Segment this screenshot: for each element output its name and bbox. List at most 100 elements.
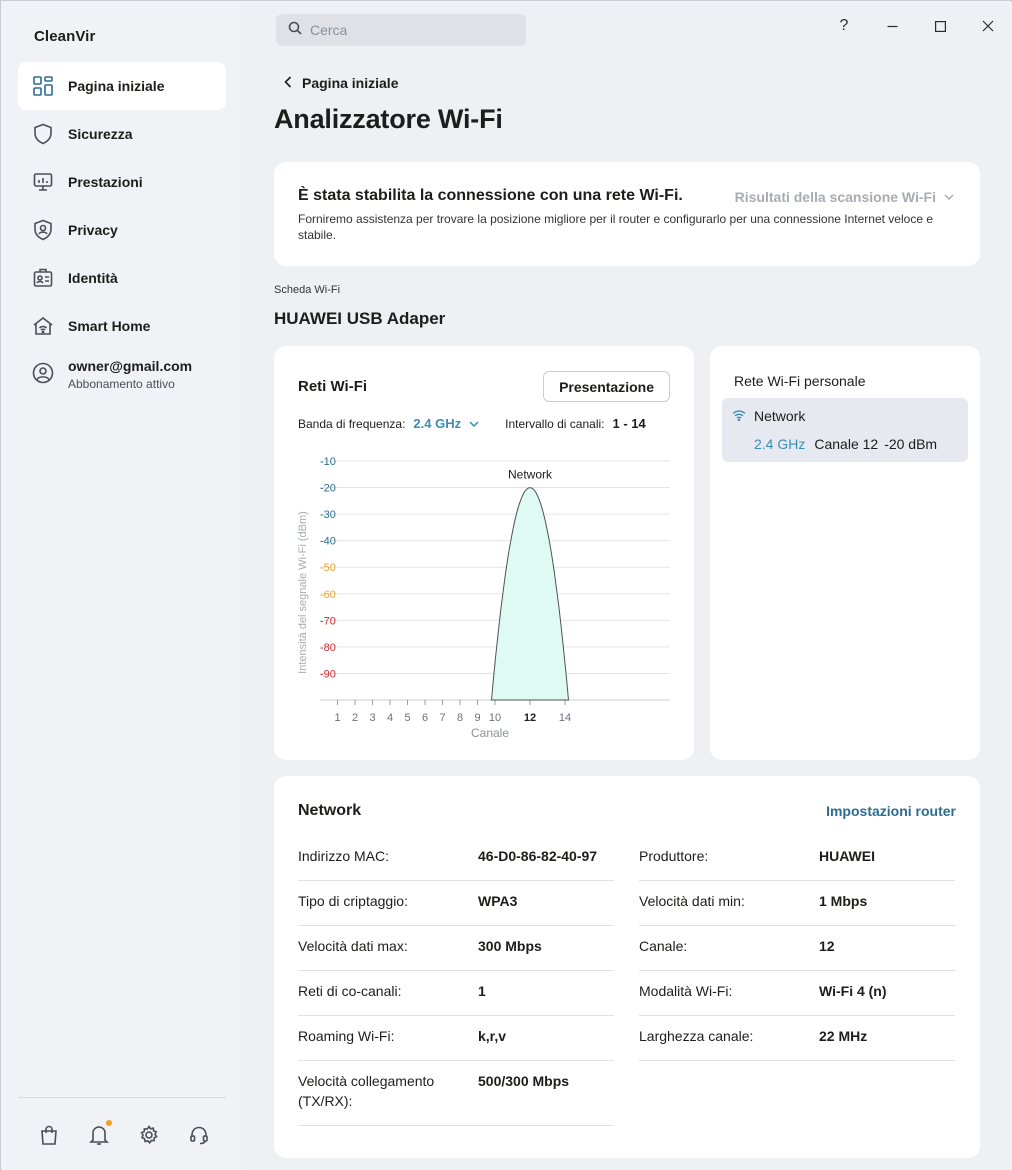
x-tick-label: 6 <box>422 712 428 724</box>
detail-value: WPA3 <box>478 893 518 909</box>
gear-icon[interactable] <box>124 1120 174 1150</box>
presentation-button[interactable]: Presentazione <box>543 371 670 402</box>
minimize-button[interactable] <box>868 10 916 42</box>
details-right-column: Produttore: HUAWEI Velocità dati min: 1 … <box>639 836 955 1061</box>
detail-key: Canale: <box>639 938 688 954</box>
detail-key: Velocità dati min: <box>639 893 745 909</box>
sidebar-item-performance[interactable]: Prestazioni <box>18 158 226 206</box>
scan-results-label: Risultati della scansione Wi-Fi <box>734 189 936 205</box>
details-title: Network <box>298 802 362 819</box>
sidebar-item-privacy[interactable]: Privacy <box>18 206 226 254</box>
network-channel: Canale 12 <box>814 436 879 452</box>
band-value: 2.4 GHz <box>413 416 462 431</box>
x-tick-label: 1 <box>334 712 340 724</box>
monitor-icon <box>32 171 54 193</box>
subscription-status: Abbonamento attivo <box>68 377 175 391</box>
chevron-down-icon <box>944 194 954 200</box>
sidebar-item-smart-home[interactable]: Smart Home <box>18 302 226 350</box>
user-avatar-icon <box>32 362 54 384</box>
connection-description: Forniremo assistenza per trovare la posi… <box>298 212 933 242</box>
bag-icon[interactable] <box>24 1120 74 1150</box>
x-tick-label: 7 <box>439 712 445 724</box>
x-tick-label: 4 <box>387 712 393 724</box>
account-email: owner@gmail.com <box>68 358 193 374</box>
detail-value: Wi-Fi 4 (n) <box>819 983 887 999</box>
network-details-card: Network Impostazioni router Indirizzo MA… <box>274 776 980 1158</box>
band-dropdown[interactable]: 2.4 GHz <box>413 416 479 431</box>
y-tick-label: -50 <box>320 562 336 574</box>
detail-key: Reti di co-canali: <box>298 983 402 999</box>
detail-row-link-speed: Velocità collegamento (TX/RX): 500/300 M… <box>298 1061 614 1126</box>
help-button[interactable]: ? <box>820 10 868 42</box>
detail-row-cochannel: Reti di co-canali: 1 <box>298 971 614 1016</box>
y-axis-label: Intensità del segnale Wi-Fi (dBm) <box>297 511 309 674</box>
details-left-column: Indirizzo MAC: 46-D0-86-82-40-97 Tipo di… <box>298 836 614 1126</box>
detail-row-encryption: Tipo di criptaggio: WPA3 <box>298 881 614 926</box>
x-tick-label: 14 <box>559 712 571 724</box>
detail-value: 22 MHz <box>819 1028 868 1044</box>
series-label: Network <box>508 468 553 482</box>
search-box[interactable] <box>276 14 526 46</box>
close-button[interactable] <box>964 10 1012 42</box>
frequency-filters: Banda di frequenza: 2.4 GHz Intervallo d… <box>298 416 646 431</box>
sidebar-item-identity[interactable]: Identità <box>18 254 226 302</box>
y-tick-label: -30 <box>320 509 336 521</box>
detail-value: 500/300 Mbps <box>478 1073 570 1089</box>
y-tick-label: -80 <box>320 642 336 654</box>
detail-key: Produttore: <box>639 848 709 864</box>
y-tick-label: -40 <box>320 536 336 548</box>
sidebar-item-label: Identità <box>68 270 118 286</box>
detail-value: 1 <box>478 983 486 999</box>
search-input[interactable] <box>310 22 510 38</box>
detail-row-channel: Canale: 12 <box>639 926 955 971</box>
smart-home-icon <box>32 315 54 337</box>
sidebar-item-label: Sicurezza <box>68 126 133 142</box>
app-logo-text: CleanVir <box>34 28 96 45</box>
sidebar-item-label: Smart Home <box>68 318 151 334</box>
sidebar: CleanVir Pagina iniziale Sicurezza Prest… <box>2 2 242 1170</box>
privacy-shield-icon <box>32 219 54 241</box>
network-signal-curve <box>490 487 570 701</box>
app-window: CleanVir Pagina iniziale Sicurezza Prest… <box>0 0 1012 1170</box>
detail-key: Roaming Wi-Fi: <box>298 1028 395 1044</box>
bell-icon[interactable] <box>74 1120 124 1150</box>
detail-key: Modalità Wi-Fi: <box>639 983 733 999</box>
breadcrumb-back[interactable]: Pagina iniziale <box>274 75 398 91</box>
detail-key: Larghezza canale: <box>639 1028 754 1044</box>
router-settings-link[interactable]: Impostazioni router <box>826 803 956 819</box>
maximize-button[interactable] <box>916 10 964 42</box>
sidebar-item-label: Prestazioni <box>68 174 143 190</box>
network-signal: -20 dBm <box>884 436 938 452</box>
dashboard-icon <box>32 75 54 97</box>
band-label: Banda di frequenza: <box>298 416 406 431</box>
x-tick-label: 2 <box>352 712 358 724</box>
notification-dot <box>106 1120 112 1126</box>
sidebar-item-home[interactable]: Pagina iniziale <box>18 62 226 110</box>
personal-network-item[interactable]: Network 2.4 GHz Canale 12 -20 dBm <box>722 398 968 462</box>
detail-value: 1 Mbps <box>819 893 868 909</box>
x-tick-label: 12 <box>524 712 536 724</box>
detail-key: Velocità collegamento (TX/RX): <box>298 1073 435 1109</box>
y-tick-label: -90 <box>320 668 336 680</box>
connection-title: È stata stabilita la connessione con una… <box>298 187 683 204</box>
detail-row-min-rate: Velocità dati min: 1 Mbps <box>639 881 955 926</box>
connection-status-card: È stata stabilita la connessione con una… <box>274 162 980 266</box>
sidebar-account[interactable]: owner@gmail.com Abbonamento attivo <box>18 350 226 410</box>
sidebar-bottom-toolbar <box>24 1120 224 1150</box>
sidebar-nav: Pagina iniziale Sicurezza Prestazioni Pr… <box>18 62 226 410</box>
detail-value: 300 Mbps <box>478 938 542 954</box>
wifi-icon <box>732 408 746 426</box>
wifi-networks-card: Reti Wi-Fi Presentazione Banda di freque… <box>274 346 694 760</box>
y-tick-label: -20 <box>320 483 336 495</box>
scan-results-dropdown[interactable]: Risultati della scansione Wi-Fi <box>735 189 954 205</box>
detail-key: Tipo di criptaggio: <box>298 893 408 909</box>
sidebar-item-security[interactable]: Sicurezza <box>18 110 226 158</box>
breadcrumb-label: Pagina iniziale <box>302 75 399 91</box>
headset-icon[interactable] <box>174 1120 224 1150</box>
chevron-down-icon <box>469 420 479 427</box>
detail-row-manufacturer: Produttore: HUAWEI <box>639 836 955 881</box>
sidebar-item-label: Pagina iniziale <box>68 78 165 94</box>
personal-network-card: Rete Wi-Fi personale Network 2.4 GHz Can… <box>710 346 980 760</box>
channel-range-value: 1 - 14 <box>612 416 646 431</box>
detail-row-wifi-mode: Modalità Wi-Fi: Wi-Fi 4 (n) <box>639 971 955 1016</box>
